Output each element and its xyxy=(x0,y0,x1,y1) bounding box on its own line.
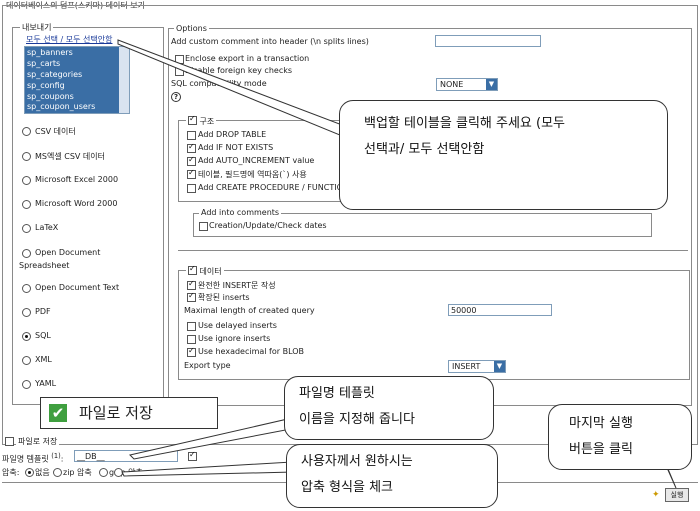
callout-line: 버튼을 클릭 xyxy=(569,442,633,457)
callout-line: 압축 형식을 체크 xyxy=(301,480,393,495)
callout-select-tables: 백업할 테이블을 클릭해 주세요 (모두 선택과/ 모두 선택안함 xyxy=(339,100,668,210)
check-icon: ✔ xyxy=(49,404,67,422)
pointer-compression xyxy=(121,461,295,477)
callout-line: 백업할 테이블을 클릭해 주세요 (모두 xyxy=(364,116,566,131)
callout-save-file: ✔ 파일로 저장 xyxy=(40,397,218,429)
callout-line: 사용자께서 원하시는 xyxy=(301,454,413,469)
callout-save-file-text: 파일로 저장 xyxy=(79,404,153,422)
callout-line: 이름을 지정해 줍니다 xyxy=(299,412,415,427)
callout-line: 파일명 테플릿 xyxy=(299,386,375,401)
callout-run: 마지막 실행 버튼을 클릭 xyxy=(548,404,692,470)
callout-filename: 파일명 테플릿 이름을 지정해 줍니다 xyxy=(284,376,494,440)
callout-compression: 사용자께서 원하시는 압축 형식을 체크 xyxy=(286,444,498,508)
pointer-select-tables xyxy=(117,39,353,141)
callout-line: 마지막 실행 xyxy=(569,416,633,431)
callout-line: 선택과/ 모두 선택안함 xyxy=(364,142,485,157)
